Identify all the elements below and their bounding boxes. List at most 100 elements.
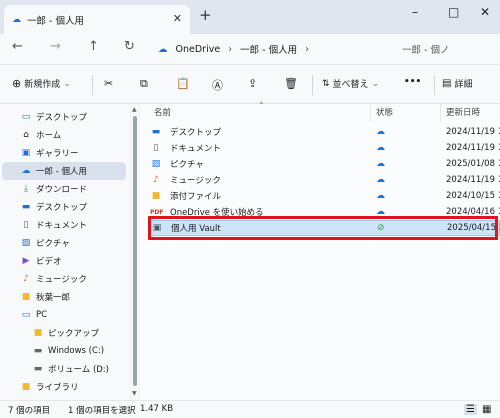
music-icon: ♪ [23,274,29,284]
sidebar-item-onedrive-personal[interactable]: ☁ 一郎 - 個人用 [2,162,126,180]
drive-icon: ▬ [33,364,43,374]
sidebar-item-desktop-top[interactable]: ▭ デスクトップ [2,108,126,126]
sidebar-item-downloads[interactable]: ⤓ ダウンロード [2,180,126,198]
onedrive-cloud-icon: ☁ [21,166,31,176]
file-date: 2024/11/19 14 [446,175,500,185]
tab-title: 一郎 - 個人用 [27,15,84,27]
desktop-folder-icon: ▬ [151,127,161,137]
cloud-status-icon: ☁ [376,159,385,169]
status-bar: 7 個の項目 1 個の項目を選択 1.47 KB ☰ ▦ [0,400,500,418]
sidebar-item-label: ビデオ [36,257,62,267]
details-button[interactable]: ▤ 詳細 [442,77,472,90]
new-button-label: 新規作成 [24,80,61,90]
file-name: ドキュメント [170,144,222,154]
selection-count: 1 個の項目を選択 [68,406,136,416]
file-row-desktop[interactable]: ▬ デスクトップ ☁ 2024/11/19 14 [150,124,500,140]
file-row-attachments[interactable]: ■ 添付ファイル ☁ 2024/10/15 11 [150,188,500,204]
rename-icon[interactable]: Ⓐ [212,77,223,93]
sidebar-item-desktop[interactable]: ▬ デスクトップ [2,198,126,216]
back-arrow-icon[interactable]: ← [12,40,23,53]
breadcrumb[interactable]: ☁ OneDrive › 一郎 - 個人用 › [152,38,388,60]
forward-arrow-icon[interactable]: → [50,40,61,53]
folder-icon: ■ [21,292,31,302]
sidebar-scrollbar[interactable]: ▲ ▼ [131,104,139,400]
breadcrumb-onedrive[interactable]: OneDrive [176,44,221,55]
chevron-right-icon: › [228,43,233,55]
document-icon: ▯ [23,220,29,230]
sidebar-item-gallery[interactable]: ▣ ギャラリー [2,144,126,162]
sidebar-item-pickup[interactable]: ■ ピックアップ [2,324,126,342]
breadcrumb-personal[interactable]: 一郎 - 個人用 [240,42,297,56]
sidebar-item-label: ボリューム (D:) [48,365,109,375]
search-input[interactable]: 一郎 - 個ノ [394,38,500,60]
sidebar-item-home[interactable]: ⌂ ホーム [2,126,126,144]
sort-button[interactable]: ⇅ 並べ替え ⌄ [322,77,379,91]
file-name: 添付ファイル [170,192,222,202]
sidebar-item-documents[interactable]: ▯ ドキュメント [2,216,126,234]
sidebar-item-label: ミュージック [36,275,87,285]
more-options-button[interactable]: ••• [404,77,421,87]
onedrive-cloud-icon: ☁ [12,14,21,25]
sidebar-item-pc[interactable]: ▭ PC [2,306,126,324]
folder-icon: ■ [151,191,161,201]
column-header-status[interactable]: 状態 [376,106,393,118]
delete-icon[interactable]: 🗑 [284,77,298,90]
cloud-status-icon: ☁ [376,143,385,153]
close-icon[interactable]: ✕ [173,12,182,25]
selection-size: 1.47 KB [140,404,174,414]
sidebar-item-label: ホーム [36,131,62,141]
close-window-button[interactable]: ✕ [480,6,490,18]
file-row-documents[interactable]: ▯ ドキュメント ☁ 2024/11/19 15 [150,140,500,156]
file-list: ⌃ 名前 状態 更新日時 ▬ デスクトップ ☁ 2024/11/19 14 ▯ … [140,101,500,400]
file-date: 2025/01/08 13 [446,159,500,169]
sidebar-item-label: ドキュメント [36,221,88,231]
sidebar-item-user-folder[interactable]: ■ 秋葉一郎 [2,288,126,306]
copy-icon[interactable]: ⧉ [140,77,148,91]
home-icon: ⌂ [23,130,29,140]
scroll-down-icon[interactable]: ▼ [132,390,137,397]
scrollbar-thumb[interactable] [133,116,137,386]
file-row-pictures[interactable]: ▨ ピクチャ ☁ 2025/01/08 13 [150,156,500,172]
tiles-view-icon[interactable]: ▦ [482,404,491,415]
drive-icon: ▬ [33,346,43,356]
minimize-button[interactable]: – [412,6,418,18]
cut-icon[interactable]: ✂ [104,77,113,90]
share-icon[interactable]: ⇪ [248,77,257,90]
title-bar: ☁ 一郎 - 個人用 ✕ + – □ ✕ [0,0,500,34]
column-header-name[interactable]: 名前 [154,106,171,118]
sidebar-item-music[interactable]: ♪ ミュージック [2,270,126,288]
new-tab-button[interactable]: + [199,8,212,23]
sidebar-item-videos[interactable]: ▶ ビデオ [2,252,126,270]
sidebar-item-label: デスクトップ [36,113,88,123]
paste-icon[interactable]: 📋 [176,77,190,90]
sort-icon: ⇅ [322,78,330,89]
sidebar-item-volume-d[interactable]: ▬ ボリューム (D:) [2,360,126,378]
up-arrow-icon[interactable]: ↑ [88,40,99,53]
tab-onedrive-personal[interactable]: ☁ 一郎 - 個人用 ✕ [4,5,190,34]
column-header-date[interactable]: 更新日時 [446,106,480,118]
column-divider [370,104,371,122]
cloud-status-icon: ☁ [376,191,385,201]
sidebar-item-label: PC [36,310,48,320]
sidebar-item-windows-c[interactable]: ▬ Windows (C:) [2,342,126,360]
sidebar-item-libraries[interactable]: ■ ライブラリ [2,378,126,396]
file-name: デスクトップ [170,128,222,138]
sidebar-item-label: ピクチャ [36,239,70,249]
maximize-button[interactable]: □ [448,6,459,18]
new-button[interactable]: ⊕ 新規作成 ⌄ [12,77,71,90]
sidebar-item-label: ピックアップ [48,329,100,339]
sidebar-item-label: ダウンロード [36,185,88,195]
sort-ascending-icon: ⌃ [258,101,265,110]
refresh-icon[interactable]: ↻ [124,40,135,53]
file-name: ピクチャ [170,160,204,170]
file-date: 2024/11/19 14 [446,127,500,137]
file-row-music[interactable]: ♪ ミュージック ☁ 2024/11/19 14 [150,172,500,188]
desktop-icon: ▬ [21,202,31,212]
file-date: 2024/11/19 15 [446,143,500,153]
scroll-up-icon[interactable]: ▲ [132,106,137,113]
divider [92,75,93,95]
item-count: 7 個の項目 [8,406,51,416]
sidebar-item-pictures[interactable]: ▨ ピクチャ [2,234,126,252]
address-bar-row: ← → ↑ ↻ ☁ OneDrive › 一郎 - 個人用 › 一郎 - 個ノ [0,34,500,64]
details-view-icon[interactable]: ☰ [464,404,477,415]
